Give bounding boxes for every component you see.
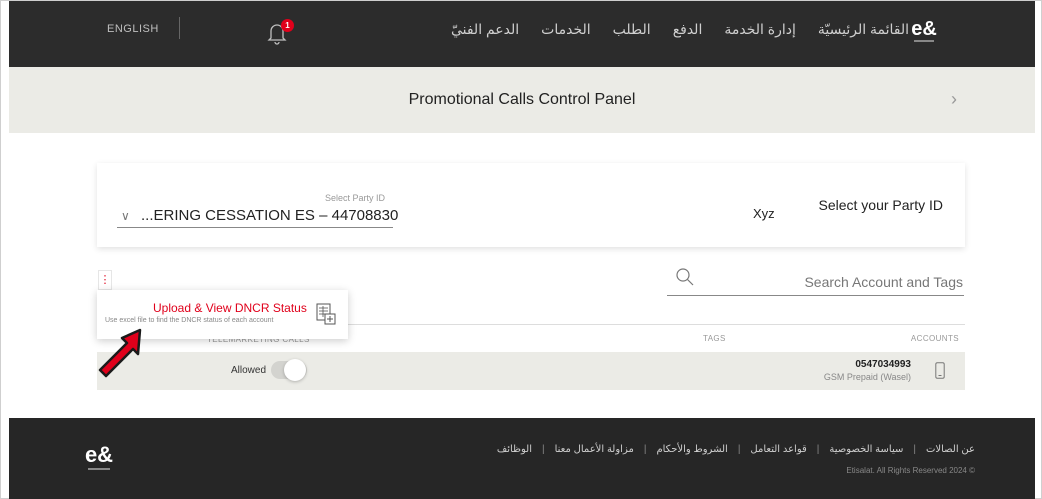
- account-number: 0547034993: [855, 359, 911, 370]
- mobile-phone-icon: [935, 362, 945, 379]
- top-nav: ENGLISH 1 القائمة الرئيسيّة إدارة الخدمة…: [9, 1, 1035, 67]
- party-id-heading: Select your Party ID: [818, 197, 944, 213]
- footer-link-about[interactable]: عن الصالات: [926, 444, 975, 455]
- chevron-down-icon[interactable]: ∨: [121, 209, 130, 223]
- footer: e& عن الصالات | سياسة الخصوصية | قواعد ا…: [9, 418, 1035, 499]
- svg-text:e&: e&: [911, 18, 937, 40]
- app-window: ENGLISH 1 القائمة الرئيسيّة إدارة الخدمة…: [0, 0, 1042, 499]
- nav-link-services[interactable]: الخدمات: [541, 21, 591, 38]
- party-id-label: Select Party ID: [325, 193, 386, 203]
- column-header-tags: TAGS: [703, 334, 726, 343]
- footer-link-business[interactable]: مزاولة الأعمال معنا: [555, 444, 634, 455]
- telemarketing-status: Allowed: [231, 365, 267, 376]
- table-row: Allowed 0547034993 GSM Prepaid (Wasel): [97, 352, 965, 390]
- excel-upload-icon[interactable]: [316, 303, 336, 325]
- nav-link-order[interactable]: الطلب: [613, 21, 651, 38]
- select-underline: [117, 227, 393, 228]
- pointer-arrow-icon: [98, 328, 142, 378]
- nav-link-support[interactable]: الدعم الفنيّ: [451, 21, 519, 38]
- notification-badge: 1: [281, 19, 294, 32]
- page-title: Promotional Calls Control Panel: [408, 91, 636, 108]
- main-nav: القائمة الرئيسيّة إدارة الخدمة الدفع الط…: [451, 21, 909, 38]
- footer-link-code-of-conduct[interactable]: قواعد التعامل: [750, 444, 806, 455]
- footer-link-privacy[interactable]: سياسة الخصوصية: [829, 444, 903, 455]
- language-switch[interactable]: ENGLISH: [107, 23, 159, 35]
- party-id-select[interactable]: ...ERING CESSATION ES – 44708830: [141, 207, 398, 224]
- chevron-right-icon[interactable]: ›: [951, 89, 957, 110]
- nav-link-payment[interactable]: الدفع: [673, 21, 703, 38]
- search-input[interactable]: [701, 271, 963, 293]
- e-and-logo[interactable]: e&: [82, 440, 116, 476]
- search-icon[interactable]: [675, 267, 695, 287]
- nav-link-manage-service[interactable]: إدارة الخدمة: [724, 21, 796, 38]
- toggle-knob[interactable]: [284, 359, 306, 381]
- footer-link-careers[interactable]: الوظائف: [497, 444, 532, 455]
- svg-text:e&: e&: [85, 442, 113, 467]
- copyright-text: Etisalat. All Rights Reserved 2024 ©: [846, 466, 975, 475]
- e-and-logo[interactable]: e&: [909, 15, 939, 47]
- party-name: Xyz: [753, 206, 775, 221]
- upload-dncr-description: Use excel file to find the DNCR status o…: [105, 317, 274, 324]
- more-options-button[interactable]: ⋮: [98, 270, 112, 290]
- footer-links: عن الصالات | سياسة الخصوصية | قواعد التع…: [496, 444, 975, 455]
- party-id-card: Select Party ID ∨ ...ERING CESSATION ES …: [97, 163, 965, 247]
- nav-link-home[interactable]: القائمة الرئيسيّة: [818, 21, 909, 38]
- page-title-bar: Promotional Calls Control Panel ›: [9, 67, 1035, 133]
- upload-dncr-title[interactable]: Upload & View DNCR Status: [153, 301, 307, 315]
- nav-divider: [179, 17, 180, 39]
- account-type: GSM Prepaid (Wasel): [823, 372, 911, 382]
- column-header-accounts: ACCOUNTS: [910, 334, 959, 343]
- footer-link-terms[interactable]: الشروط والأحكام: [656, 444, 727, 455]
- search-underline: [667, 295, 964, 296]
